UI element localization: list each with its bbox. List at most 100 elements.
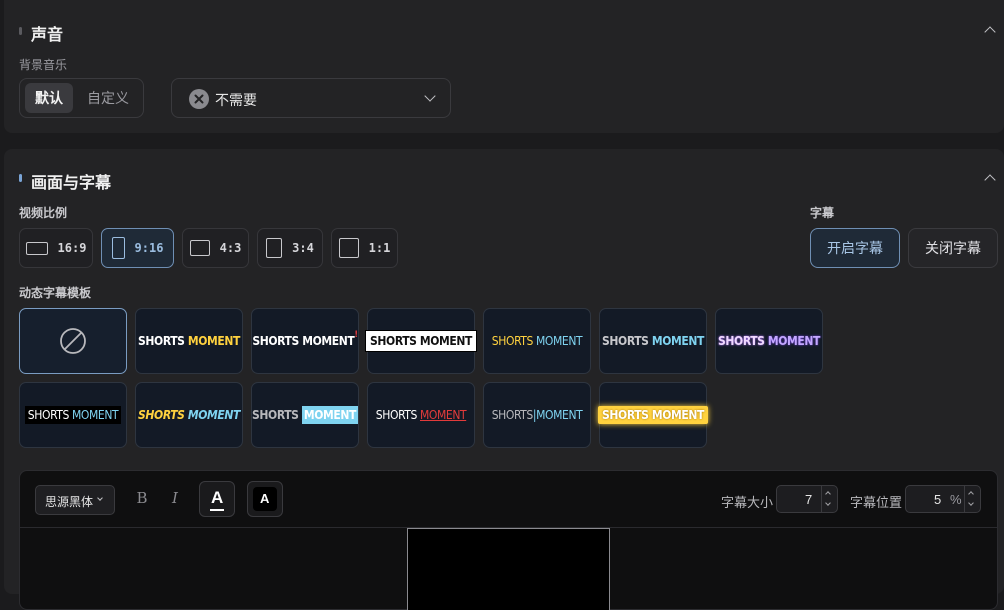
ratio-16-9-button[interactable]: 16:9 xyxy=(19,228,93,268)
subtitle-off-button[interactable]: 关闭字幕 xyxy=(908,228,998,268)
bgm-label: 背景音乐 xyxy=(19,58,68,72)
portrait-ratio-icon xyxy=(111,237,125,259)
template-style-4[interactable]: SHORTS MOMENT xyxy=(483,308,591,374)
section-marker-active xyxy=(19,174,22,182)
template-word-2: MOMENT xyxy=(767,334,820,348)
template-word-1: SHORTS xyxy=(27,408,70,422)
template-word-2: MOMENT xyxy=(535,334,583,348)
bgm-mode-default-label: 默认 xyxy=(35,90,63,106)
template-boxed-text: SHORTS MOMENT xyxy=(24,406,122,424)
subtitle-off-label: 关闭字幕 xyxy=(925,240,981,256)
text-color-button[interactable]: A xyxy=(199,481,235,517)
square-ratio-icon xyxy=(338,238,359,258)
template-word-1: SHORTS xyxy=(375,408,418,422)
bgm-mode-default[interactable]: 默认 xyxy=(25,83,73,113)
template-word-2: MOMENT xyxy=(187,334,240,348)
template-word-1: SHORTS xyxy=(602,408,649,422)
template-word-2: MOMENT xyxy=(651,334,704,348)
ratio-9-16-button[interactable]: 9:16 xyxy=(101,228,174,268)
text-color-icon: A xyxy=(211,488,224,507)
decrement-chevron-down-icon[interactable] xyxy=(825,500,831,506)
increment-chevron-up-icon[interactable] xyxy=(825,491,831,497)
ratio-label-1-1: 1:1 xyxy=(368,241,391,255)
template-none[interactable] xyxy=(19,308,127,374)
ratio-label-3-4: 3:4 xyxy=(292,241,314,255)
size-label: 字幕大小 xyxy=(721,495,774,510)
template-boxed-text: SHORTS MOMENT xyxy=(365,330,477,352)
template-word-1: SHORTS xyxy=(602,334,649,348)
bold-label: B xyxy=(136,489,148,507)
template-style-12[interactable]: SHORTS MOMENT xyxy=(598,382,708,448)
ratio-label-4-3: 4:3 xyxy=(219,241,242,255)
position-label: 字幕位置 xyxy=(850,495,903,510)
ratio-label: 视频比例 xyxy=(19,206,68,220)
template-label: 动态字幕模板 xyxy=(19,286,92,300)
template-word-2: MOMENT xyxy=(651,408,704,422)
ratio-3-4-button[interactable]: 3:4 xyxy=(257,228,323,268)
bgm-mode-custom[interactable]: 自定义 xyxy=(78,83,138,113)
stepper-divider xyxy=(964,486,965,512)
template-word-2: MOMENT xyxy=(301,406,358,424)
template-style-11[interactable]: SHORTS | MOMENT xyxy=(483,382,591,448)
template-word-2: MOMENT xyxy=(536,408,583,422)
size-stepper[interactable]: 7 xyxy=(776,485,838,513)
ratio-label-9-16: 9:16 xyxy=(134,241,164,255)
template-style-10[interactable]: SHORTS MOMENT xyxy=(367,382,475,448)
ratio-4-3-button[interactable]: 4:3 xyxy=(182,228,249,268)
template-word-1: SHORTS xyxy=(252,334,299,348)
template-style-6[interactable]: SHORTS MOMENT xyxy=(715,308,823,374)
no-template-icon xyxy=(60,328,86,354)
stepper-divider xyxy=(821,486,822,512)
template-style-5[interactable]: SHORTS MOMENT xyxy=(599,308,707,374)
template-style-8[interactable]: SHORTS MOMENT xyxy=(135,382,243,448)
picture-title: 画面与字幕 xyxy=(31,175,112,192)
landscape-ratio-icon xyxy=(189,240,210,256)
font-family-select[interactable]: 思源黑体 xyxy=(35,485,115,515)
template-word-2: MOMENT xyxy=(302,334,355,348)
position-value: 5 xyxy=(934,492,942,507)
chevron-down-icon xyxy=(424,90,436,102)
template-word-2: MOMENT xyxy=(71,408,119,422)
template-style-9[interactable]: SHORTS MOMENT xyxy=(251,382,359,448)
video-preview-frame xyxy=(407,528,610,610)
picture-section: 画面与字幕 视频比例 字幕 16:9 9:16 4:3 3:4 1:1 开启字幕… xyxy=(4,149,1004,610)
text-color-underline xyxy=(210,509,224,511)
position-stepper[interactable]: 5 % xyxy=(905,485,981,513)
collapse-chevron-up-icon[interactable] xyxy=(984,174,996,186)
template-boxed-text: SHORTS MOMENT xyxy=(598,406,708,424)
font-family-value: 思源黑体 xyxy=(45,495,94,509)
template-word-1: SHORTS xyxy=(491,334,534,348)
portrait-ratio-icon xyxy=(266,238,283,258)
ratio-1-1-button[interactable]: 1:1 xyxy=(331,228,398,268)
template-word-1: SHORTS xyxy=(718,334,765,348)
landscape-ratio-icon xyxy=(25,241,48,255)
bgm-mode-toggle: 默认 自定义 xyxy=(19,78,144,118)
subtitle-on-label: 开启字幕 xyxy=(827,240,883,256)
subtitle-on-button[interactable]: 开启字幕 xyxy=(810,228,900,268)
bold-button[interactable]: B xyxy=(132,489,152,511)
bgm-select[interactable]: 不需要 xyxy=(171,78,451,118)
template-word-1: SHORTS xyxy=(491,408,534,422)
template-style-3[interactable]: SHORTS MOMENT xyxy=(365,308,477,374)
template-style-7[interactable]: SHORTS MOMENT xyxy=(19,382,127,448)
position-unit: % xyxy=(950,492,962,507)
bgm-mode-custom-label: 自定义 xyxy=(87,90,129,106)
sound-section: 声音 背景音乐 默认 自定义 不需要 xyxy=(4,0,1004,133)
collapse-chevron-up-icon[interactable] xyxy=(984,26,996,38)
ratio-label-16-9: 16:9 xyxy=(57,241,87,255)
template-style-2[interactable]: SHORTS MOMENT! xyxy=(251,308,359,374)
template-word-2: MOMENT xyxy=(419,334,472,348)
subtitle-editor: 思源黑体 B I A A 字幕大小 7 字幕位置 5 % xyxy=(19,470,998,610)
chevron-down-icon xyxy=(97,495,103,501)
increment-chevron-up-icon[interactable] xyxy=(968,491,974,497)
italic-label: I xyxy=(172,489,178,507)
template-style-1[interactable]: SHORTS MOMENT xyxy=(135,308,243,374)
stroke-color-button[interactable]: A xyxy=(247,481,283,517)
decrement-chevron-down-icon[interactable] xyxy=(968,500,974,506)
template-word-1: SHORTS xyxy=(252,408,299,422)
clear-circle-x-icon[interactable] xyxy=(189,89,209,109)
italic-button[interactable]: I xyxy=(165,489,185,511)
stroke-color-icon: A xyxy=(260,491,270,506)
exclamation-accent: ! xyxy=(354,330,358,340)
size-value: 7 xyxy=(805,492,813,507)
